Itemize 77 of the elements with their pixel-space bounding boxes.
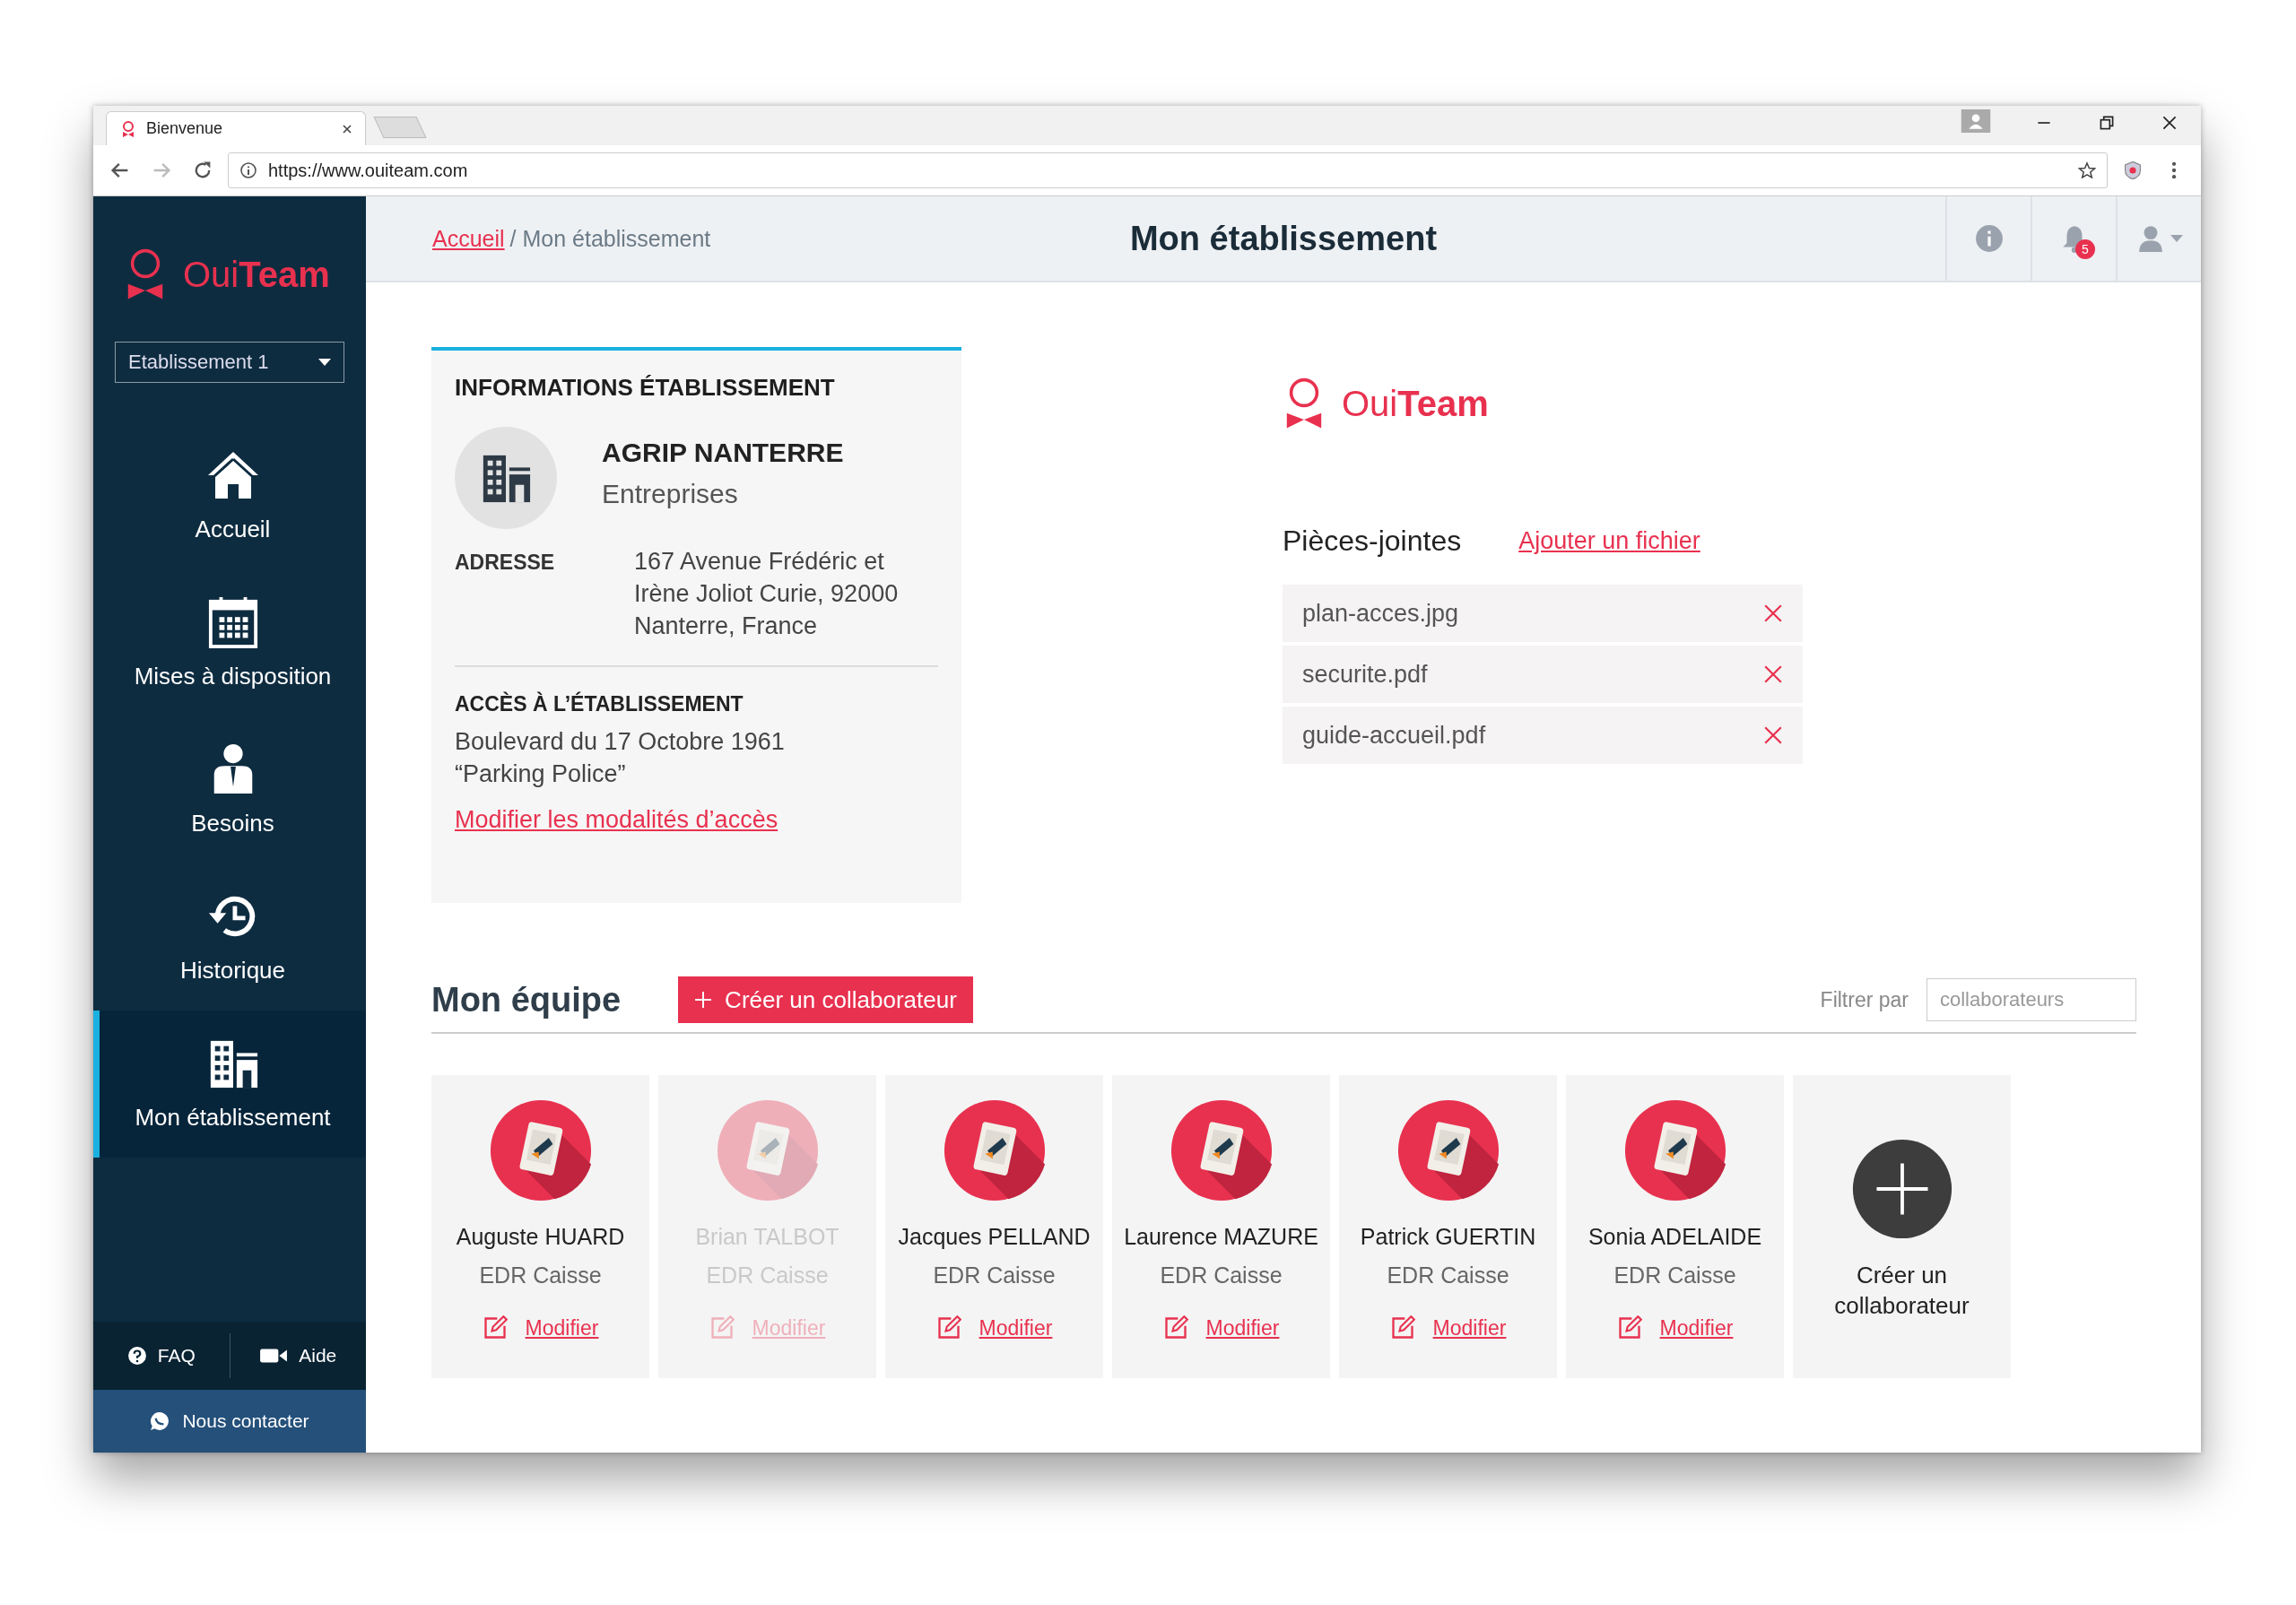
edit-icon[interactable] xyxy=(1389,1315,1415,1340)
caret-icon xyxy=(318,359,331,366)
user-icon[interactable] xyxy=(1961,109,1991,133)
avatar-badge-icon xyxy=(942,1098,1047,1202)
edit-link[interactable]: Modifier xyxy=(1659,1315,1734,1340)
edit-access-link[interactable]: Modifier les modalités d’accès xyxy=(455,806,778,834)
faq-link[interactable]: FAQ xyxy=(93,1345,230,1366)
member-role: EDR Caisse xyxy=(1387,1262,1509,1288)
sidebar-item[interactable]: Historique xyxy=(93,863,366,1011)
card-title: INFORMATIONS ÉTABLISSEMENT xyxy=(455,374,836,402)
avatar-badge-icon xyxy=(1169,1098,1274,1202)
filter-label: Filtrer par xyxy=(1820,987,1909,1012)
remove-icon[interactable] xyxy=(1763,725,1783,745)
breadcrumb-link[interactable]: Accueil xyxy=(432,225,505,252)
establishment-name: AGRIP NANTERRE xyxy=(602,438,844,468)
sidebar-item[interactable]: Accueil xyxy=(93,422,366,569)
add-file-link[interactable]: Ajouter un fichier xyxy=(1518,527,1700,555)
member-role: EDR Caisse xyxy=(1613,1262,1736,1288)
access-text: “Parking Police” xyxy=(455,759,627,789)
file-name[interactable]: plan-acces.jpg xyxy=(1302,599,1459,628)
page-title: Mon établissement xyxy=(1129,219,1438,258)
sidebar-item[interactable]: Besoins xyxy=(93,716,366,863)
team-title: Mon équipe xyxy=(431,980,622,1019)
create-collaborator-button[interactable]: Créer un collaborateur xyxy=(678,976,973,1023)
remove-icon[interactable] xyxy=(1763,603,1783,623)
member-role: EDR Caisse xyxy=(479,1262,602,1288)
address-label: ADRESSE xyxy=(455,550,556,576)
remove-icon[interactable] xyxy=(1763,664,1783,684)
sidebar-item[interactable]: Mises à disposition xyxy=(93,569,366,716)
edit-icon[interactable] xyxy=(935,1315,961,1340)
edit-icon[interactable] xyxy=(1616,1315,1642,1340)
avatar-badge-icon xyxy=(715,1098,820,1202)
brand-name: OuiTeam xyxy=(183,254,330,295)
filter-field[interactable]: collaborateurs xyxy=(1926,978,2136,1021)
access-text: Boulevard du 17 Octobre 1961 xyxy=(455,727,786,757)
member-role: EDR Caisse xyxy=(1160,1262,1283,1288)
member-name: Patrick GUERTIN xyxy=(1360,1224,1536,1250)
brand-name: OuiTeam xyxy=(1342,383,1489,424)
file-name[interactable]: guide-accueil.pdf xyxy=(1302,721,1486,750)
member-name: Laurence MAZURE xyxy=(1124,1224,1318,1250)
establishment-type: Entreprises xyxy=(602,479,739,509)
plus-icon xyxy=(1850,1138,1953,1240)
avatar-badge-icon xyxy=(1396,1098,1500,1202)
member-name: Jacques PELLAND xyxy=(898,1224,1091,1250)
edit-icon[interactable] xyxy=(482,1315,508,1340)
breadcrumb-current: / Mon établissement xyxy=(509,225,711,252)
help-icon xyxy=(126,1346,147,1366)
browser-tab[interactable]: Bienvenue xyxy=(106,111,366,145)
add-collaborator-card[interactable]: Créer un collaborateur xyxy=(1793,1075,2011,1378)
sidebar-item[interactable]: Mon établissement xyxy=(93,1011,366,1158)
star-icon[interactable] xyxy=(2078,161,2096,179)
contact-button[interactable]: Nous contacter xyxy=(93,1390,366,1453)
address-text: 167 Avenue Frédéric et Irène Joliot Curie, 92000 Nanterre, France xyxy=(634,547,900,641)
avatar-badge-icon xyxy=(1622,1098,1727,1202)
avatar-badge-icon xyxy=(488,1098,593,1202)
notification-badge: 5 xyxy=(2075,239,2095,259)
edit-link[interactable]: Modifier xyxy=(1205,1315,1280,1340)
edit-link[interactable]: Modifier xyxy=(978,1315,1053,1340)
edit-link[interactable]: Modifier xyxy=(1432,1315,1507,1340)
edit-link[interactable]: Modifier xyxy=(525,1315,599,1340)
plus-icon xyxy=(694,991,713,1009)
member-name: Sonia ADELAIDE xyxy=(1587,1224,1762,1250)
member-role: EDR Caisse xyxy=(933,1262,1056,1288)
help-link[interactable]: Aide xyxy=(230,1345,366,1366)
notifications-button[interactable]: 5 xyxy=(2031,196,2116,281)
member-name: Auguste HUARD xyxy=(456,1224,625,1250)
address-field[interactable]: https://www.ouiteam.com xyxy=(228,152,2108,188)
chat-bubble-icon xyxy=(150,1411,170,1431)
info-icon xyxy=(1974,224,2004,253)
attachments-title: Pièces-jointes xyxy=(1283,525,1462,558)
edit-icon[interactable] xyxy=(1162,1315,1188,1340)
access-title: ACCÈS À L’ÉTABLISSEMENT xyxy=(455,692,744,716)
establishment-select[interactable]: Etablissement 1 xyxy=(115,342,344,383)
close-icon[interactable] xyxy=(342,123,352,134)
info-icon xyxy=(239,161,257,179)
caret-icon xyxy=(2170,235,2183,242)
file-name[interactable]: securite.pdf xyxy=(1302,660,1428,689)
